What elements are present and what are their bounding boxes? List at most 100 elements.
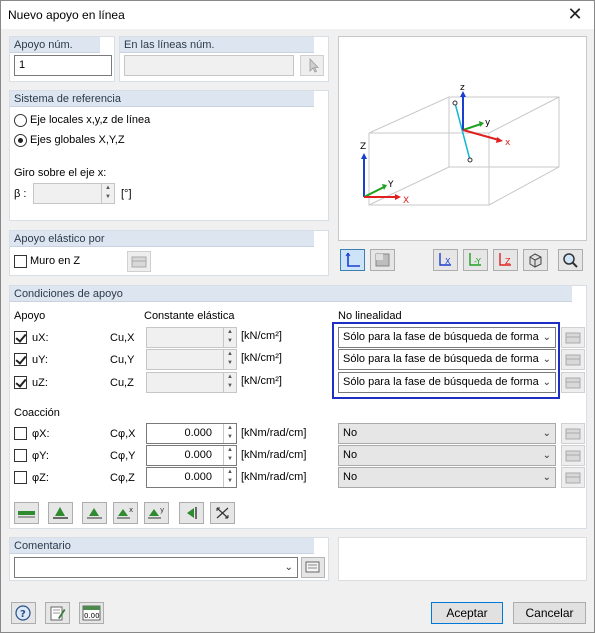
view-y-button[interactable]: -Y <box>463 249 488 271</box>
cphix-unit: [kNm/rad/cm] <box>241 427 307 439</box>
cuy-symbol: Cu,Y <box>110 354 135 366</box>
support-hinged-button[interactable] <box>14 502 39 524</box>
ux-checkbox[interactable] <box>14 331 27 344</box>
col-no-linealidad: No linealidad <box>338 310 402 322</box>
nolin-ux-edit-button[interactable] <box>561 327 585 348</box>
support-preview-graphic: z y x Z Y X <box>360 83 560 206</box>
cphiz-spinner[interactable]: 0.000 ▲ ▼ <box>146 467 237 488</box>
render-mode-button[interactable] <box>370 249 395 271</box>
support-free-button[interactable] <box>210 502 235 524</box>
nolin-phiz-edit-button[interactable] <box>561 467 585 488</box>
phiy-checkbox[interactable] <box>14 449 27 462</box>
view-x-button[interactable]: X <box>433 249 458 271</box>
cphiy-spin-arrows[interactable]: ▲ ▼ <box>223 446 236 465</box>
support-roller-x-button[interactable]: x <box>113 502 138 524</box>
comentario-side-panel <box>338 537 587 581</box>
uy-checkbox[interactable] <box>14 353 27 366</box>
svg-text:Y: Y <box>387 180 394 190</box>
pick-lines-button[interactable] <box>300 55 324 76</box>
nolin-uz-edit-button[interactable] <box>561 372 585 393</box>
view-x-icon: X <box>439 253 451 266</box>
nolin-phix-select[interactable]: No ⌄ <box>338 423 556 444</box>
cphiz-spin-arrows[interactable]: ▲ ▼ <box>223 468 236 487</box>
chevron-down-icon: ⌄ <box>284 562 293 573</box>
close-icon[interactable]: ✕ <box>564 4 586 26</box>
highlight-box <box>332 322 560 399</box>
iso-view-button[interactable] <box>523 249 548 271</box>
nolin-phiz-select[interactable]: No ⌄ <box>338 467 556 488</box>
show-axes-button[interactable] <box>340 249 365 271</box>
support-wall-button[interactable] <box>179 502 204 524</box>
cphix-spin-arrows[interactable]: ▲ ▼ <box>223 424 236 443</box>
nolin-phiy-edit-button[interactable] <box>561 445 585 466</box>
release-icon <box>216 507 229 519</box>
phiz-checkbox[interactable] <box>14 471 27 484</box>
radio-ejes-locales[interactable] <box>14 114 27 127</box>
comentario-group: Comentario ⌄ <box>9 537 329 581</box>
cursor-pick-icon <box>309 57 319 73</box>
ux-label: uX: <box>32 332 49 344</box>
sistema-header: Sistema de referencia <box>10 91 314 107</box>
phiz-label: φZ: <box>32 472 49 484</box>
elastico-header: Apoyo elástico por <box>10 231 314 247</box>
magnifier-icon <box>563 253 578 268</box>
cuz-symbol: Cu,Z <box>110 377 134 389</box>
nolin-phiy-select[interactable]: No ⌄ <box>338 445 556 466</box>
svg-text:Z: Z <box>360 142 366 152</box>
wall-support-icon <box>187 507 197 519</box>
help-button[interactable]: ? <box>11 602 36 624</box>
col-constante: Constante elástica <box>144 310 235 322</box>
lineas-group: En las líneas núm. <box>119 36 329 82</box>
edit-button[interactable] <box>45 602 70 624</box>
support-pinned-button[interactable] <box>82 502 107 524</box>
support-fixed-button[interactable] <box>48 502 73 524</box>
uz-checkbox[interactable] <box>14 376 27 389</box>
edit-table-icon <box>565 428 581 440</box>
ejes-globales-label: Ejes globales X,Y,Z <box>30 134 125 146</box>
edit-table-icon <box>565 450 581 462</box>
lineas-field[interactable] <box>124 55 294 76</box>
view-y-icon: -Y <box>469 253 481 266</box>
sistema-referencia-group: Sistema de referencia Eje locales x,y,z … <box>9 90 329 221</box>
apoyo-num-field[interactable]: 1 <box>14 55 112 76</box>
cux-spinner[interactable]: ▲ ▼ <box>146 327 237 348</box>
beta-unit: [°] <box>121 188 132 200</box>
cuy-spinner[interactable]: ▲ ▼ <box>146 349 237 370</box>
comentario-header: Comentario <box>10 538 314 554</box>
chevron-down-icon: ⌄ <box>542 472 551 483</box>
view-z-button[interactable]: Z <box>493 249 518 271</box>
cuz-spin-arrows[interactable]: ▲ ▼ <box>223 373 236 392</box>
comentario-library-button[interactable] <box>301 557 325 578</box>
nolin-phiy-value: No <box>343 449 358 461</box>
nolin-uy-edit-button[interactable] <box>561 349 585 370</box>
preview-panel: z y x Z Y X <box>338 36 587 241</box>
cphiy-spinner[interactable]: 0.000 ▲ ▼ <box>146 445 237 466</box>
svg-text:X: X <box>445 257 451 266</box>
ok-button[interactable]: Aceptar <box>431 602 503 624</box>
giro-label: Giro sobre el eje x: <box>14 167 107 179</box>
beta-spin-arrows[interactable]: ▲ ▼ <box>101 184 114 203</box>
phix-checkbox[interactable] <box>14 427 27 440</box>
dialog-window: Nuevo apoyo en línea ✕ Apoyo núm. 1 En l… <box>0 0 595 633</box>
cuy-spin-arrows[interactable]: ▲ ▼ <box>223 350 236 369</box>
muro-checkbox[interactable] <box>14 255 27 268</box>
nolin-phix-edit-button[interactable] <box>561 423 585 444</box>
edit-table-icon <box>565 332 581 344</box>
beta-spinner[interactable]: ▲ ▼ <box>33 183 115 204</box>
roller-x-icon: x <box>117 506 133 519</box>
comentario-combobox[interactable]: ⌄ <box>14 557 298 578</box>
cphix-spinner[interactable]: 0.000 ▲ ▼ <box>146 423 237 444</box>
radio-ejes-globales[interactable] <box>14 134 27 147</box>
title-bar: Nuevo apoyo en línea ✕ <box>1 1 594 29</box>
svg-text:x: x <box>505 138 511 148</box>
fixed-support-icon <box>53 507 68 519</box>
units-button[interactable]: 0.00 <box>79 602 104 624</box>
muro-edit-button[interactable] <box>127 251 151 272</box>
uy-label: uY: <box>32 354 48 366</box>
support-roller-y-button[interactable]: y <box>144 502 169 524</box>
cux-symbol: Cu,X <box>110 332 135 344</box>
cuz-spinner[interactable]: ▲ ▼ <box>146 372 237 393</box>
cancel-button[interactable]: Cancelar <box>513 602 586 624</box>
cux-spin-arrows[interactable]: ▲ ▼ <box>223 328 236 347</box>
zoom-view-button[interactable] <box>558 249 583 271</box>
